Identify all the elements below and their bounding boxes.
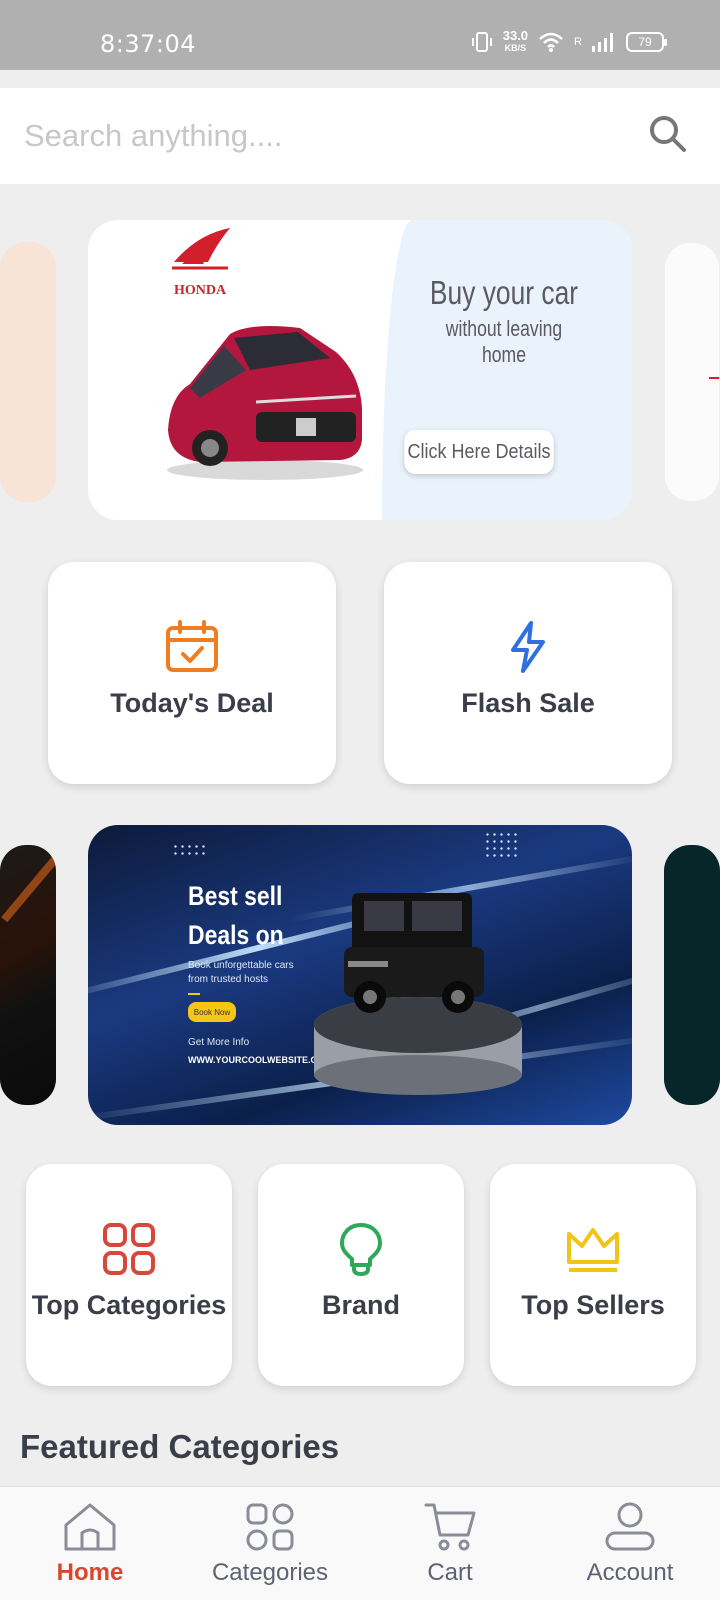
nav-account-label: Account [586,1559,674,1586]
decorative-dots [172,843,206,859]
banner-headline: Buy your car [429,274,579,311]
nav-home-label: Home [56,1559,124,1586]
status-icons: 33.0 KB/S R 79 [471,28,667,54]
banner-details-button[interactable]: Click Here Details [404,430,554,474]
wifi-icon [539,32,563,52]
account-icon [605,1502,655,1551]
banner-subheadline: without leaving home [445,316,563,367]
honda-logo: HONDA [172,228,230,298]
brand-label: Brand [321,1290,400,1320]
nav-account[interactable]: Account [540,1487,720,1600]
carousel-prev-banner[interactable] [0,242,56,502]
battery-indicator: 79 [626,32,667,52]
svg-text:HONDA: HONDA [174,283,227,298]
home-icon [64,1503,116,1551]
search-input[interactable] [24,112,624,160]
suv-on-podium-image [314,893,522,1095]
todays-deal-label: Today's Deal [110,688,274,718]
brand-tile[interactable]: Brand [258,1164,464,1386]
todays-deal-tile[interactable]: Today's Deal [48,562,336,784]
nav-cart[interactable]: Cart [360,1487,540,1600]
top-sellers-label: Top Sellers [521,1290,665,1320]
decorative-dots [484,831,518,861]
banner-headline-group: Buy your car without leaving home [404,274,604,368]
categories-grid-icon [103,1223,155,1275]
featured-categories-title: Featured Categories [20,1428,340,1465]
banner2-more-info: Get More Info [188,1037,250,1048]
network-speed: 33.0 KB/S [502,28,529,53]
cart-icon [424,1503,476,1551]
signal-icon [592,33,613,52]
calendar-check-icon [166,620,218,672]
search-bar [0,88,720,184]
book-now-button[interactable]: Book Now [188,1002,236,1022]
search-icon[interactable] [648,114,688,154]
flash-sale-label: Flash Sale [461,688,595,718]
crown-icon [567,1228,619,1272]
promo-banner-car[interactable]: HONDA Buy your car without leaving home … [88,220,632,520]
top-categories-tile[interactable]: Top Categories [26,1164,232,1386]
top-categories-label: Top Categories [31,1290,227,1320]
flash-sale-tile[interactable]: Flash Sale [384,562,672,784]
nav-categories[interactable]: Categories [180,1487,360,1600]
top-sellers-tile[interactable]: Top Sellers [490,1164,696,1386]
signal-label: R [574,36,582,48]
categories-icon [246,1503,294,1551]
car-image [167,326,363,480]
vibrate-icon [471,32,492,52]
lightning-icon [511,621,545,673]
banner2-title: Best sell Deals on [188,881,284,950]
lightbulb-icon [340,1223,382,1276]
carousel-next-banner[interactable] [664,242,720,502]
carousel-next-banner-2[interactable] [664,845,720,1105]
nav-home[interactable]: Home [0,1487,180,1600]
banner2-subtitle: Book unforgettable cars from trusted hos… [188,960,294,985]
status-time: 8:37:04 [100,30,197,58]
nav-cart-label: Cart [427,1559,473,1586]
status-bar: 8:37:04 33.0 KB/S R 79 [0,0,720,70]
bottom-navigation: Home Categories Cart Account [0,1486,720,1600]
banner-background-panel [382,220,632,520]
nav-categories-label: Categories [211,1559,329,1586]
carousel-prev-banner-2[interactable] [0,845,56,1105]
promo-banner-deals[interactable]: Best sell Deals on Book unforgettable ca… [88,825,632,1125]
